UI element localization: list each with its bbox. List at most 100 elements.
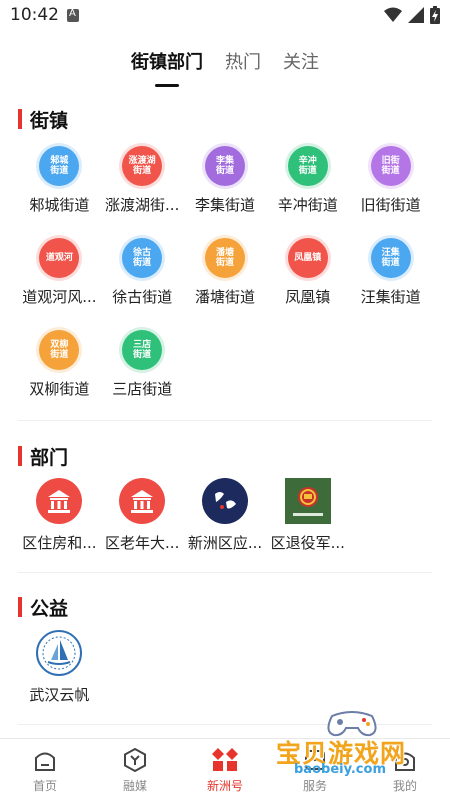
town-item[interactable]: 凤凰镇 凤凰镇 xyxy=(266,232,349,324)
department-label: 区退役军... xyxy=(270,534,345,552)
status-bar: 10:42 xyxy=(0,0,450,32)
notification-a-icon xyxy=(67,8,79,22)
sailboat-logo-icon xyxy=(36,630,83,676)
watermark-url: baobeiy.com xyxy=(294,762,386,777)
battery-icon xyxy=(430,6,440,24)
town-logo-line: 街道 xyxy=(133,350,152,360)
town-label: 徐古街道 xyxy=(112,288,173,306)
department-label: 新洲区应... xyxy=(187,534,263,552)
town-item[interactable]: 汪集 街道 汪集街道 xyxy=(349,232,432,324)
status-icons xyxy=(384,6,440,24)
town-logo-icon: 道观河 xyxy=(39,238,80,278)
town-label: 双柳街道 xyxy=(29,380,90,398)
town-label: 邾城街道 xyxy=(29,196,90,214)
nav-home[interactable]: 首页 xyxy=(0,739,90,800)
town-label: 凤凰镇 xyxy=(285,288,331,306)
tab-follow[interactable]: 关注 xyxy=(283,40,319,84)
town-logo-text: 徐古 街道 xyxy=(133,248,151,268)
town-logo-text: 辛冲 街道 xyxy=(299,156,317,176)
nav-xinzhou-hao-label: 新洲号 xyxy=(206,779,243,793)
welfare-item[interactable]: 武汉云帆 xyxy=(18,628,101,720)
town-logo-line: 旧街 xyxy=(381,156,400,166)
town-item[interactable]: 邾城 街道 邾城街道 xyxy=(18,140,101,232)
bank-icon xyxy=(36,478,83,524)
town-label: 道观河风... xyxy=(22,288,97,306)
town-item[interactable]: 徐古 街道 徐古街道 xyxy=(101,232,184,324)
town-item[interactable]: 双柳 街道 双柳街道 xyxy=(18,324,101,416)
departments-grid: 区住房和... 区老年大... 新洲区应... 区退役军... xyxy=(18,476,432,568)
section-title-departments: 部门 xyxy=(18,443,68,470)
town-logo-line: 汪集 xyxy=(381,248,400,258)
town-item[interactable]: 潘塘 街道 潘塘街道 xyxy=(184,232,267,324)
section-title-towns: 街镇 xyxy=(18,106,68,133)
town-logo-text: 三店 街道 xyxy=(133,340,151,360)
home-icon xyxy=(35,752,55,771)
xinzhou-hao-icon xyxy=(212,748,238,771)
town-label: 潘塘街道 xyxy=(194,288,255,306)
town-logo-line: 李集 xyxy=(215,156,234,166)
department-item[interactable]: 区住房和... xyxy=(18,476,101,568)
town-logo-icon: 凤凰镇 xyxy=(287,238,328,278)
towns-grid: 邾城 街道 邾城街道 涨渡湖 街道 涨渡湖街... 李集 街道 李集街道 辛冲 街道 辛冲街道 旧街 街道… xyxy=(18,140,432,416)
wifi-icon xyxy=(384,7,402,22)
town-logo-text: 汪集 街道 xyxy=(382,248,400,268)
department-label: 区住房和... xyxy=(22,534,97,552)
town-logo-icon: 邾城 街道 xyxy=(39,146,80,186)
town-logo-line: 街道 xyxy=(50,350,69,360)
town-logo-icon: 徐古 街道 xyxy=(122,238,163,278)
town-logo-line: 三店 xyxy=(133,340,152,350)
department-item[interactable]: 区退役军... xyxy=(266,476,349,568)
town-logo-text: 凤凰镇 xyxy=(294,253,321,263)
town-item[interactable]: 道观河道观河风... xyxy=(18,232,101,324)
town-logo-line: 街道 xyxy=(50,166,69,176)
town-label: 辛冲街道 xyxy=(277,196,338,214)
town-logo-line: 涨渡湖 xyxy=(128,156,156,166)
town-item[interactable]: 三店 街道 三店街道 xyxy=(101,324,184,416)
town-logo-line: 潘塘 xyxy=(215,248,234,258)
town-logo-line: 邾城 xyxy=(50,156,69,166)
nav-xinzhou-hao[interactable]: 新洲号 xyxy=(180,739,270,800)
town-logo-line: 辛冲 xyxy=(298,156,317,166)
town-item[interactable]: 辛冲 街道 辛冲街道 xyxy=(266,140,349,232)
signal-icon xyxy=(408,7,424,23)
department-label: 区老年大... xyxy=(105,534,180,552)
town-item[interactable]: 李集 街道 李集街道 xyxy=(184,140,267,232)
town-logo-line: 道观河 xyxy=(45,253,73,263)
town-logo-text: 旧街 街道 xyxy=(382,156,400,176)
tab-hot[interactable]: 热门 xyxy=(225,40,261,84)
town-logo-icon: 三店 街道 xyxy=(122,330,163,370)
town-label: 旧街街道 xyxy=(360,196,421,214)
town-logo-icon: 涨渡湖 街道 xyxy=(122,146,163,186)
welfare-label: 武汉云帆 xyxy=(29,686,90,704)
nav-home-label: 首页 xyxy=(32,779,57,793)
town-item[interactable]: 涨渡湖 街道涨渡湖街... xyxy=(101,140,184,232)
town-logo-icon: 汪集 街道 xyxy=(370,238,411,278)
department-item[interactable]: 新洲区应... xyxy=(184,476,267,568)
town-logo-line: 徐古 xyxy=(133,248,152,258)
town-item[interactable]: 旧街 街道 旧街街道 xyxy=(349,140,432,232)
town-logo-line: 双柳 xyxy=(50,340,69,350)
status-time: 10:42 xyxy=(10,5,59,25)
town-label: 汪集街道 xyxy=(360,288,421,306)
town-label: 涨渡湖街... xyxy=(105,196,180,214)
town-logo-line: 街道 xyxy=(133,258,152,268)
nav-media-label: 融媒 xyxy=(122,779,147,793)
town-logo-icon: 双柳 街道 xyxy=(39,330,80,370)
town-logo-icon: 潘塘 街道 xyxy=(204,238,245,278)
town-logo-icon: 李集 街道 xyxy=(204,146,245,186)
tab-towns-departments[interactable]: 街镇部门 xyxy=(131,40,203,87)
town-logo-text: 潘塘 街道 xyxy=(216,248,234,268)
section-title-welfare: 公益 xyxy=(18,594,68,621)
nav-media[interactable]: 融媒 xyxy=(90,739,180,800)
town-logo-line: 街道 xyxy=(381,166,400,176)
bank-icon xyxy=(119,478,166,524)
town-logo-line: 街道 xyxy=(381,258,400,268)
media-icon xyxy=(124,747,146,773)
town-logo-line: 街道 xyxy=(298,166,317,176)
town-logo-text: 双柳 街道 xyxy=(50,340,68,360)
town-logo-icon: 辛冲 街道 xyxy=(287,146,328,186)
town-logo-line: 街道 xyxy=(215,166,234,176)
town-label: 三店街道 xyxy=(112,380,173,398)
town-logo-line: 街道 xyxy=(133,166,152,176)
department-item[interactable]: 区老年大... xyxy=(101,476,184,568)
